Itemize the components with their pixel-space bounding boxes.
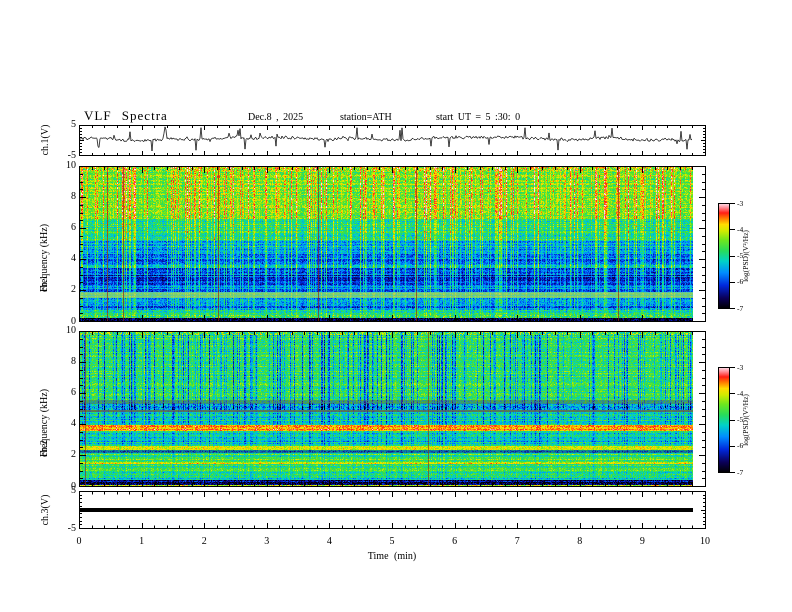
- y-tick-label: 10: [66, 159, 76, 171]
- y-tick-label: 4: [71, 253, 76, 265]
- y-tick-label: 5: [71, 118, 76, 130]
- colorbar-tick-label: -6: [737, 441, 744, 451]
- colorbar-tick-label: -7: [737, 467, 744, 477]
- x-tick-label: 4: [326, 536, 332, 547]
- x-tick-label: 5: [389, 536, 395, 547]
- y-tick-label: -5: [67, 522, 76, 534]
- y-tick-label: 8: [71, 190, 76, 202]
- x-tick-label: 6: [452, 536, 458, 547]
- ch1-spectrogram-ylabel: ch.1 Frequency (kHz): [39, 196, 61, 292]
- ch2-spectrogram: [79, 331, 706, 487]
- x-tick-label: 2: [201, 536, 207, 547]
- header-date: Dec.8 , 2025: [248, 112, 304, 123]
- ch3-waveform-plot: [79, 491, 706, 529]
- time-axis-label: Time (min): [367, 551, 417, 562]
- ch1-spectrogram: [79, 166, 706, 322]
- header-station: station=ATH: [340, 112, 392, 123]
- x-tick-label: 7: [514, 536, 520, 547]
- colorbar-tick-label: -3: [737, 198, 744, 208]
- x-tick-label: 0: [76, 536, 82, 547]
- plot-title: VLF Spectra: [84, 108, 168, 123]
- colorbar-tick-label: -7: [737, 303, 744, 313]
- vlf-figure: VLF Spectra Dec.8 , 2025 station=ATH sta…: [0, 0, 792, 612]
- y-tick-label: 8: [71, 355, 76, 367]
- y-tick-label: 2: [71, 449, 76, 461]
- y-tick-label: 6: [71, 386, 76, 398]
- colorbar-tick-label: -4: [737, 224, 744, 234]
- y-tick-label: 2: [71, 284, 76, 296]
- colorbar-tick-label: -5: [737, 415, 744, 424]
- y-tick-label: 10: [66, 324, 76, 336]
- colorbar-tick-label: -4: [737, 388, 744, 398]
- ch2-spectrogram-ylabel: ch.2 Frequency (kHz): [39, 361, 61, 457]
- y-tick-label: 4: [71, 418, 76, 430]
- x-tick-label: 9: [639, 536, 645, 547]
- colorbar-tick-label: -3: [737, 362, 744, 372]
- y-tick-label: 6: [71, 221, 76, 233]
- x-tick-label: 8: [577, 536, 583, 547]
- ch1-waveform-plot: [79, 125, 706, 156]
- colorbar-tick-label: -5: [737, 251, 744, 260]
- header-start-ut: start UT = 5 :30: 0: [436, 112, 521, 123]
- colorbar-tick-label: -6: [737, 277, 744, 287]
- x-tick-label: 1: [139, 536, 145, 547]
- x-tick-label: 10: [700, 536, 710, 547]
- x-tick-label: 3: [264, 536, 270, 547]
- y-tick-label: 5: [71, 484, 76, 496]
